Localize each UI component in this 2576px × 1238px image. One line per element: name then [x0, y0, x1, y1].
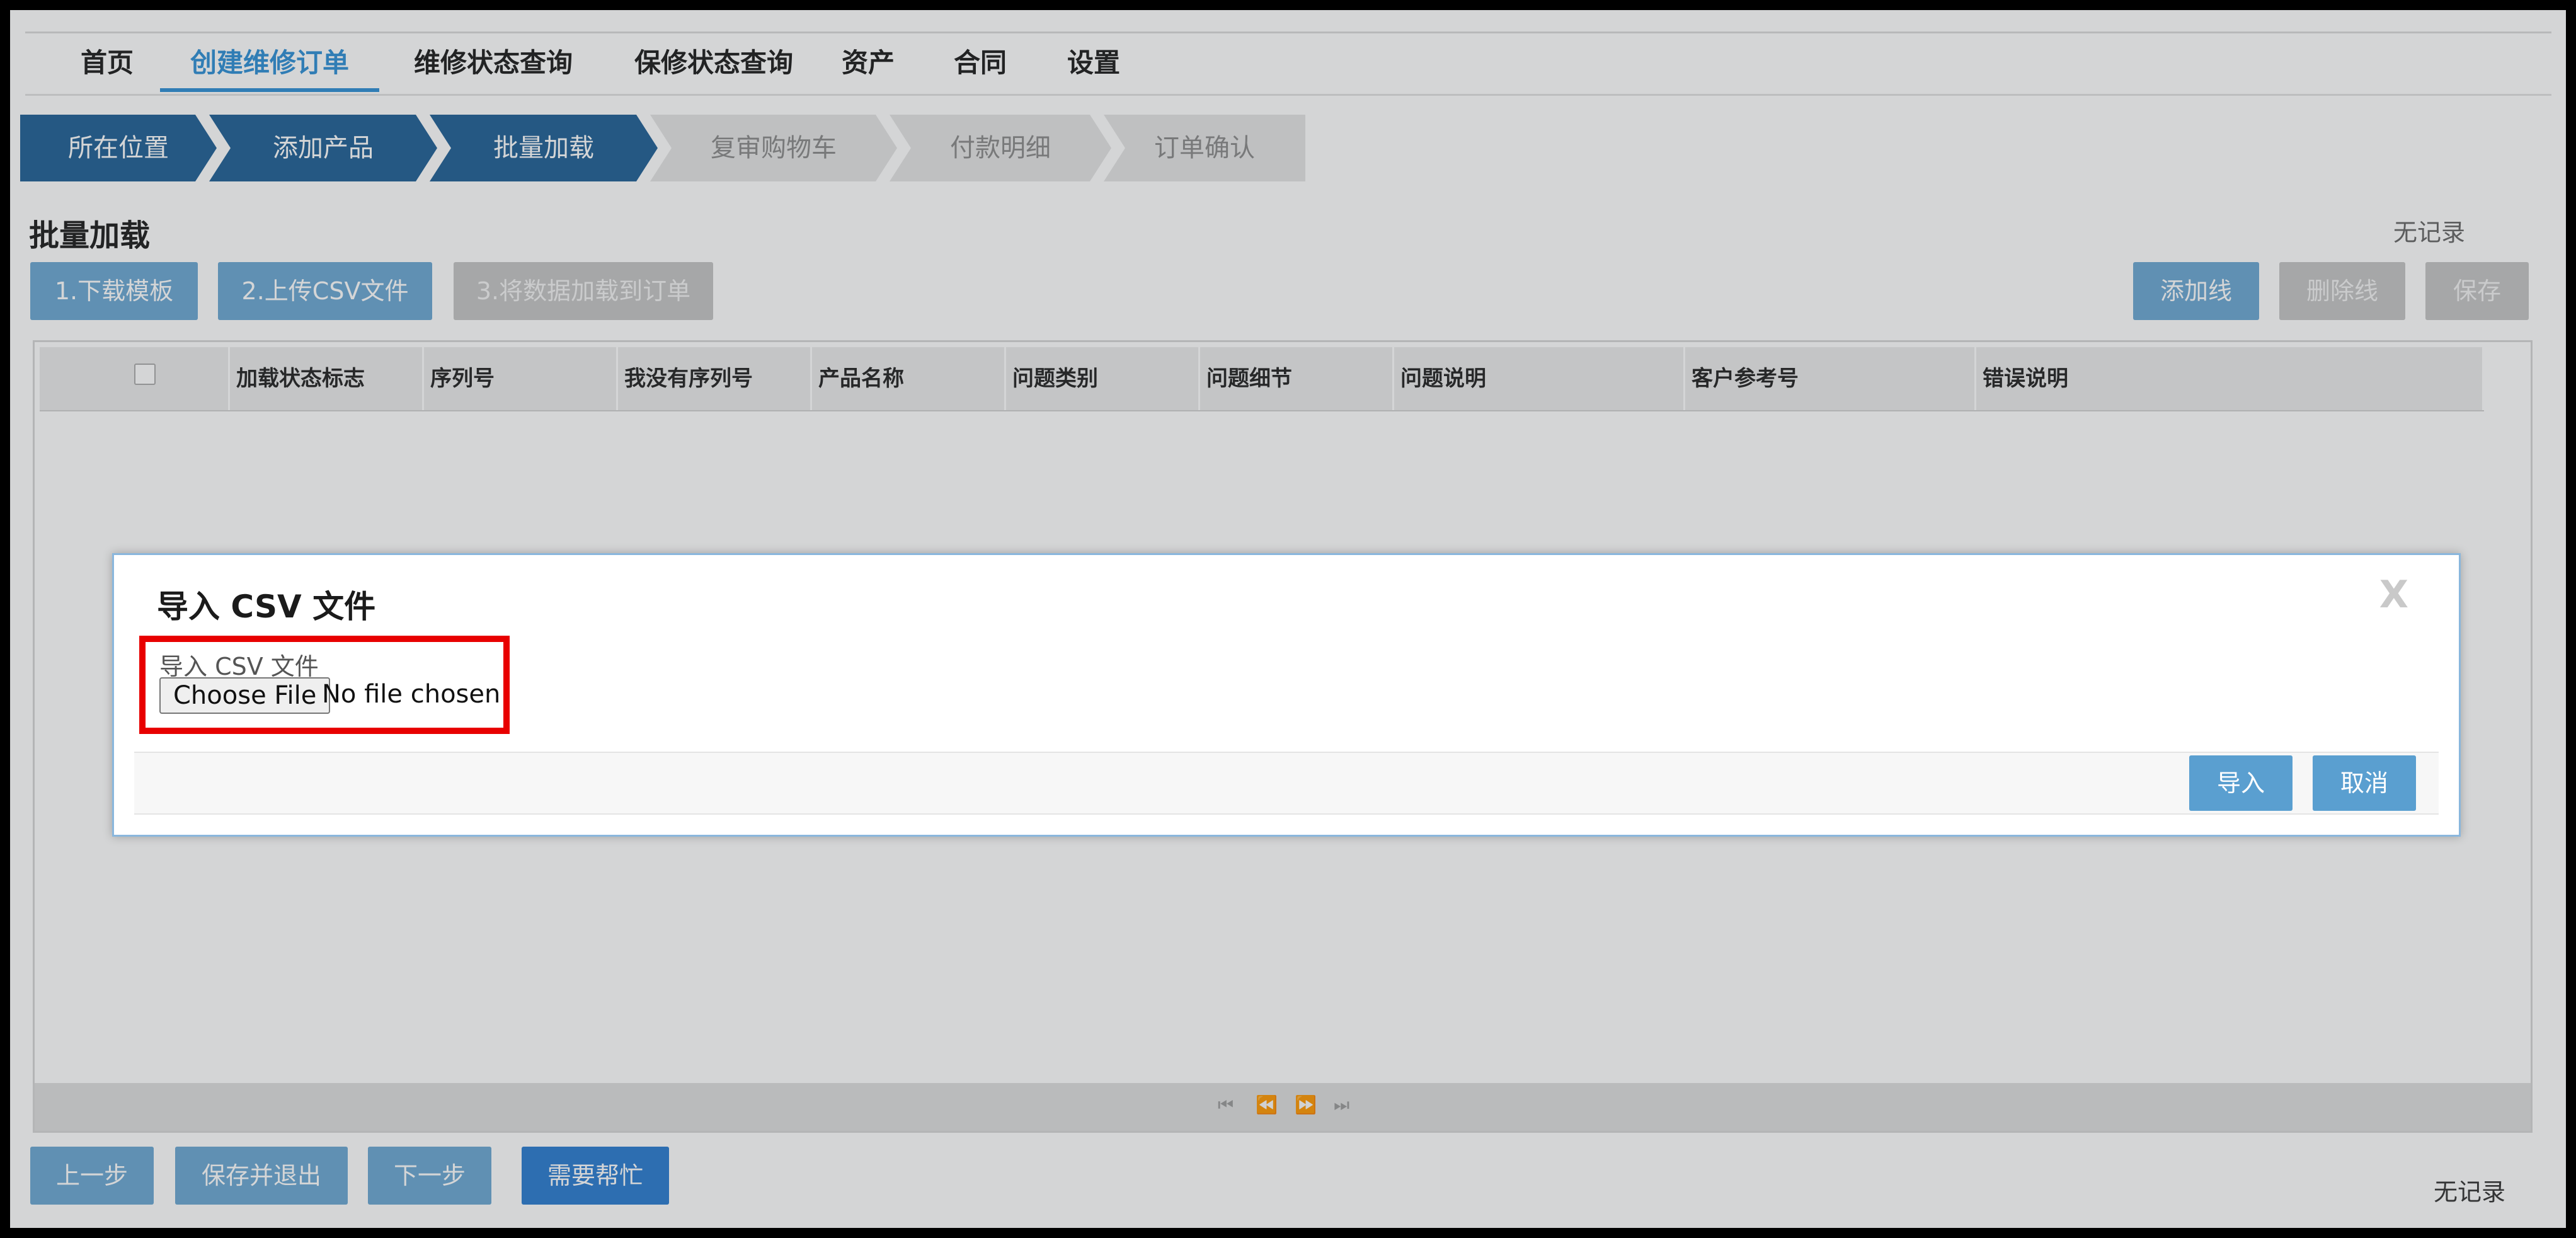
dialog-footer: 导入 取消	[134, 752, 2439, 815]
file-status-text: No file chosen	[322, 680, 501, 709]
dialog-title: 导入 CSV 文件	[157, 588, 376, 625]
file-field-highlight: 导入 CSV 文件 Choose File No file chosen	[139, 636, 510, 734]
file-field-label: 导入 CSV 文件	[159, 653, 319, 680]
close-icon[interactable]: X	[2379, 573, 2408, 617]
choose-file-button[interactable]: Choose File	[159, 677, 331, 714]
import-csv-dialog: 导入 CSV 文件 X 导入 CSV 文件 Choose File No fil…	[112, 553, 2461, 837]
import-button[interactable]: 导入	[2189, 755, 2293, 811]
cancel-button[interactable]: 取消	[2313, 755, 2416, 811]
app-screen: 首页 创建维修订单 维修状态查询 保修状态查询 资产 合同 设置 所在位置 添加…	[10, 10, 2566, 1228]
